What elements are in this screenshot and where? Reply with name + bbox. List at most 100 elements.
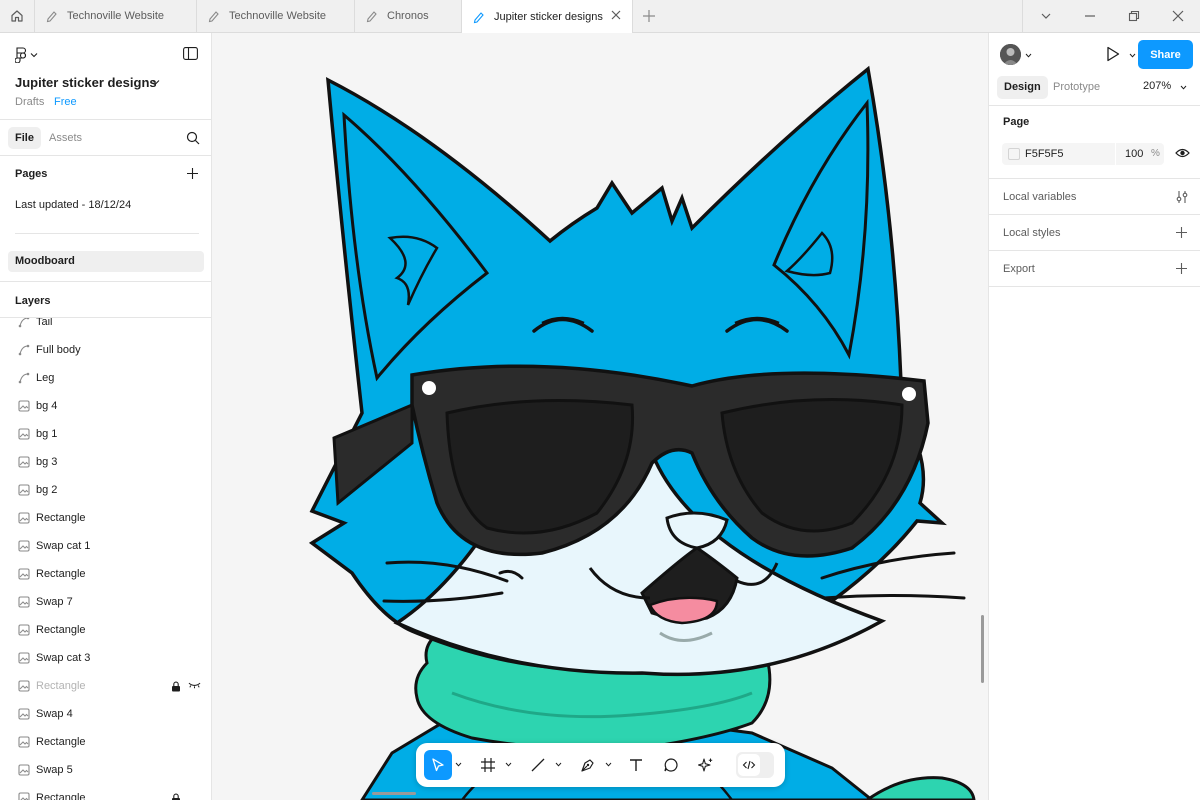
cat-sticker-artwork[interactable]	[212, 33, 988, 800]
chevron-down-icon[interactable]	[455, 761, 462, 768]
layer-name: Swap 4	[36, 708, 73, 720]
sidebar-toggle-icon[interactable]	[183, 47, 198, 60]
chevron-down-icon[interactable]	[1180, 84, 1187, 91]
add-page-icon[interactable]	[186, 167, 199, 180]
horizontal-scrollbar[interactable]	[372, 792, 416, 795]
image-icon	[18, 792, 30, 800]
tab-prototype[interactable]: Prototype	[1053, 76, 1100, 99]
text-tool-button[interactable]	[622, 750, 650, 780]
layer-row[interactable]: Leg	[0, 365, 211, 393]
layer-name: Tail	[36, 318, 53, 328]
layers-list: Tail Full body Leg bg 4 bg 1 bg 3 bg 2 Rectangl…	[0, 318, 211, 800]
page-background-opacity-field[interactable]: 100 %	[1116, 143, 1164, 165]
tab-assets[interactable]: Assets	[49, 127, 82, 149]
layer-name: Swap cat 1	[36, 540, 91, 552]
chevron-down-icon[interactable]	[555, 761, 562, 768]
eye-icon[interactable]	[1175, 147, 1190, 159]
move-tool-button[interactable]	[424, 750, 452, 780]
actions-tool-button[interactable]	[692, 750, 720, 780]
local-variables-heading[interactable]: Local variables	[1003, 191, 1076, 203]
layer-row[interactable]: Swap 4	[0, 701, 211, 729]
image-icon	[18, 736, 30, 748]
lock-icon[interactable]	[171, 681, 181, 692]
pen-tool-button[interactable]	[574, 750, 602, 780]
local-styles-heading[interactable]: Local styles	[1003, 227, 1060, 239]
layer-row[interactable]: Full body	[0, 337, 211, 365]
plan-badge[interactable]: Free	[54, 96, 77, 108]
add-style-icon[interactable]	[1175, 226, 1188, 239]
image-icon	[18, 764, 30, 776]
export-heading[interactable]: Export	[1003, 263, 1035, 275]
chevron-down-icon[interactable]	[152, 78, 160, 86]
layer-row[interactable]: Rectangle	[0, 561, 211, 589]
tab-jupiter-sticker-designs[interactable]: Jupiter sticker designs	[462, 0, 633, 33]
share-button[interactable]: Share	[1138, 40, 1193, 69]
layer-row[interactable]: Rectangle	[0, 785, 211, 800]
close-window-button[interactable]	[1156, 0, 1200, 32]
opacity-value[interactable]: 100	[1125, 148, 1143, 160]
present-play-icon[interactable]	[1106, 46, 1120, 62]
background-hex-value[interactable]: F5F5F5	[1025, 148, 1064, 160]
layer-row[interactable]: Rectangle	[0, 505, 211, 533]
restore-icon	[1128, 10, 1140, 22]
image-icon	[18, 708, 30, 720]
layer-row[interactable]: Rectangle	[0, 729, 211, 757]
close-tab-icon[interactable]	[610, 9, 622, 21]
chevron-down-icon[interactable]	[605, 761, 612, 768]
avatar[interactable]	[1000, 44, 1021, 65]
layer-row[interactable]: bg 1	[0, 421, 211, 449]
layer-row[interactable]: Rectangle	[0, 673, 211, 701]
lock-icon[interactable]	[171, 793, 181, 800]
tab-menu-button[interactable]	[1022, 0, 1068, 32]
draft-file-icon	[46, 11, 57, 23]
comment-tool-button[interactable]	[657, 750, 685, 780]
new-tab-icon[interactable]	[641, 8, 657, 24]
layer-row[interactable]: Tail	[0, 318, 211, 337]
tab-design[interactable]: Design	[997, 76, 1048, 99]
layer-row[interactable]: Swap 5	[0, 757, 211, 785]
tab-chronos[interactable]: Chronos	[355, 0, 462, 32]
dev-mode-toggle[interactable]	[736, 752, 774, 778]
search-icon[interactable]	[186, 131, 200, 145]
layer-row[interactable]: bg 3	[0, 449, 211, 477]
file-title[interactable]: Jupiter sticker designs	[15, 75, 157, 90]
layer-row[interactable]: Swap 7	[0, 589, 211, 617]
line-tool-button[interactable]	[524, 750, 552, 780]
page-background-color-field[interactable]: F5F5F5	[1002, 143, 1115, 165]
color-swatch[interactable]	[1008, 148, 1020, 160]
layer-name: Rectangle	[36, 512, 86, 524]
tab-file[interactable]: File	[8, 127, 41, 149]
chevron-down-icon[interactable]	[1129, 52, 1136, 59]
restore-button[interactable]	[1112, 0, 1156, 32]
home-button[interactable]	[0, 0, 35, 32]
layer-name: Swap cat 3	[36, 652, 91, 664]
chevron-down-icon[interactable]	[1025, 52, 1032, 59]
layer-row[interactable]: Swap cat 1	[0, 533, 211, 561]
chevron-down-icon[interactable]	[505, 761, 512, 768]
tab-technoville-website-1[interactable]: Technoville Website	[35, 0, 197, 32]
page-item-last-updated[interactable]: Last updated - 18/12/24	[15, 199, 131, 211]
tab-label: Technoville Website	[229, 10, 327, 22]
layer-row[interactable]: Swap cat 3	[0, 645, 211, 673]
layer-row[interactable]: Rectangle	[0, 617, 211, 645]
eye-closed-icon[interactable]	[188, 681, 201, 689]
vertical-scrollbar[interactable]	[981, 615, 984, 683]
image-icon	[18, 512, 30, 524]
page-item-moodboard[interactable]: Moodboard	[8, 251, 204, 272]
close-icon	[1172, 10, 1184, 22]
tab-technoville-website-2[interactable]: Technoville Website	[197, 0, 355, 32]
user-photo-icon	[1000, 44, 1021, 65]
minimize-button[interactable]	[1068, 0, 1112, 32]
zoom-level[interactable]: 207%	[1143, 80, 1171, 92]
layer-name: bg 2	[36, 484, 58, 496]
layer-row[interactable]: bg 2	[0, 477, 211, 505]
layer-row[interactable]: bg 4	[0, 393, 211, 421]
pen-icon	[581, 759, 594, 772]
canvas[interactable]: ?	[212, 33, 988, 800]
frame-tool-button[interactable]	[474, 750, 502, 780]
file-location[interactable]: Drafts	[15, 96, 44, 108]
add-export-icon[interactable]	[1175, 262, 1188, 275]
layer-name: Swap 5	[36, 764, 73, 776]
variables-settings-icon[interactable]	[1175, 190, 1189, 204]
main-menu-button[interactable]	[15, 47, 38, 63]
